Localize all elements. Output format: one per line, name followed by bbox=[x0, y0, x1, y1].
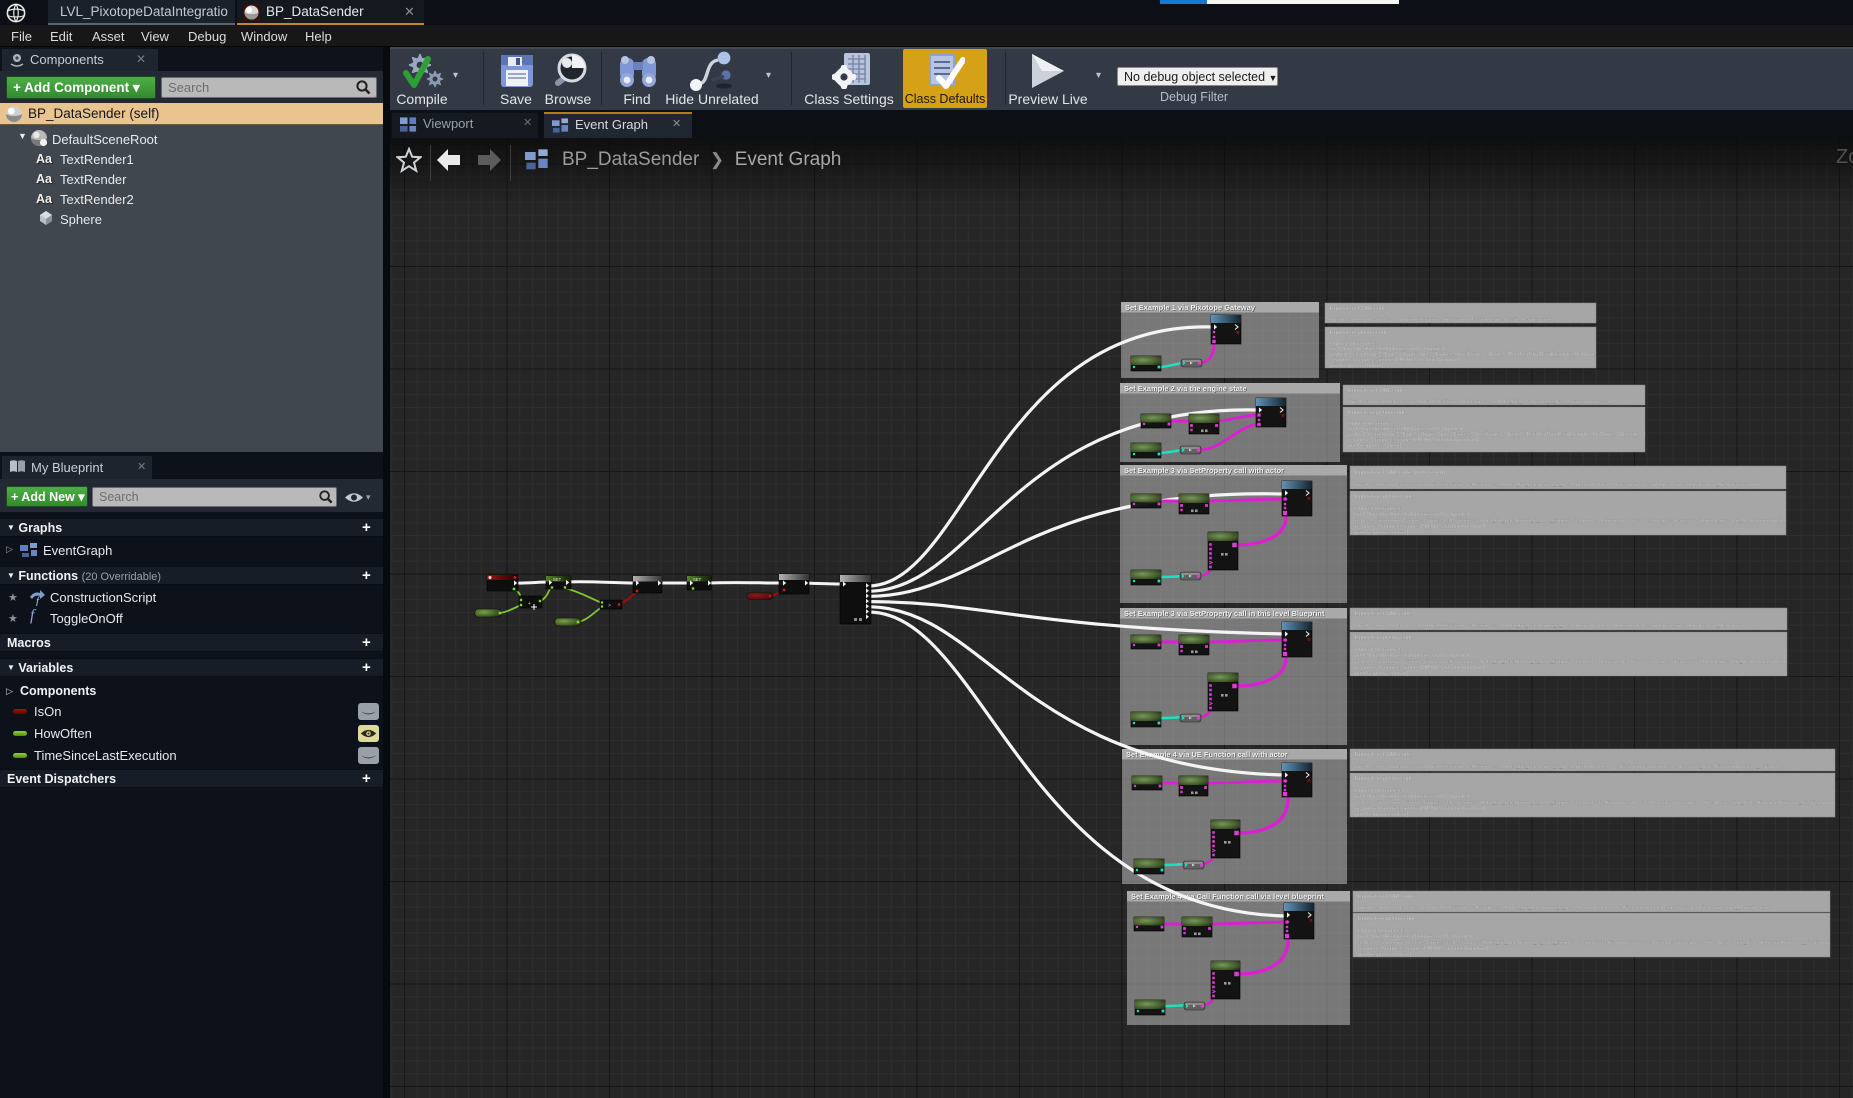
svg-text:Equivalent python code:: Equivalent python code: bbox=[1358, 916, 1418, 922]
svg-text:+: + bbox=[528, 601, 531, 607]
svg-text:Equivalent python code:: Equivalent python code: bbox=[1348, 410, 1408, 416]
svg-text:Equivalent CURL code:: Equivalent CURL code: bbox=[1348, 388, 1406, 394]
svg-text:Equivalent CURL code:: Equivalent CURL code: bbox=[1355, 752, 1413, 758]
svg-text:url = "http://localhost:16208/: url = "http://localhost:16208/gateway/2.… bbox=[1355, 653, 1471, 659]
svg-text:http://localhost:16208/gateway: http://localhost:16208/gateway/2.0.0/pub… bbox=[1355, 623, 1744, 629]
svg-text:Equivalent python code:: Equivalent python code: bbox=[1355, 776, 1415, 782]
svg-text:Equivalent python code:: Equivalent python code: bbox=[1330, 330, 1390, 336]
svg-text:Set Example 4 via Call Functio: Set Example 4 via Call Function call via… bbox=[1131, 892, 1324, 901]
svg-text:http://localhost:16208/gateway: http://localhost:16208/gateway/2.0.0/pub… bbox=[1348, 399, 1613, 405]
svg-text:Set Example 3 via SetProperty: Set Example 3 via SetProperty call in th… bbox=[1124, 609, 1325, 618]
svg-text:url = "http://localhost:16208/: url = "http://localhost:16208/gateway/2.… bbox=[1358, 934, 1474, 940]
svg-text:http://localhost:16208/gateway: http://localhost:16208/gateway/2.0.0/pub… bbox=[1355, 764, 1778, 770]
svg-text:Set Example 1 via Pixotope Gat: Set Example 1 via Pixotope Gateway bbox=[1125, 303, 1256, 312]
svg-text:Set Example 2 via the engine s: Set Example 2 via the engine state bbox=[1124, 384, 1247, 393]
svg-text:Equivalent CURL code:: Equivalent CURL code: bbox=[1330, 306, 1388, 312]
svg-text:http://localhost:16208/gateway: http://localhost:16208/gateway/2.0.0/pub… bbox=[1358, 905, 1773, 911]
svg-text:url = "http://localhost:16208/: url = "http://localhost:16208/gateway/2.… bbox=[1355, 794, 1471, 800]
svg-text:http://localhost:16208/gateway: http://localhost:16208/gateway/2.0.0/pub… bbox=[1330, 317, 1550, 323]
svg-text:Equivalent python code:: Equivalent python code: bbox=[1355, 494, 1415, 500]
svg-text:url = "http://localhost:16208/: url = "http://localhost:16208/gateway/2.… bbox=[1355, 512, 1471, 518]
svg-text:Equivalent CURL code:: Equivalent CURL code: bbox=[1358, 894, 1416, 900]
svg-text:print(response.content): print(response.content) bbox=[1348, 443, 1402, 449]
svg-text:>: > bbox=[608, 603, 611, 609]
svg-text:http://localhost:16208/gateway: http://localhost:16208/gateway/2.0.0/pub… bbox=[1355, 482, 1761, 488]
svg-text:SET: SET bbox=[693, 577, 702, 582]
svg-text:Equivalent CURL code:: Equivalent CURL code: bbox=[1355, 611, 1413, 617]
svg-text:SET: SET bbox=[553, 577, 562, 582]
svg-text:Equivalent CURL code: (only te: Equivalent CURL code: (only tested) bbox=[1355, 470, 1445, 476]
svg-text:Equivalent python code:: Equivalent python code: bbox=[1355, 635, 1415, 641]
svg-text:Set Example 3 via SetProperty: Set Example 3 via SetProperty call with … bbox=[1124, 466, 1284, 475]
